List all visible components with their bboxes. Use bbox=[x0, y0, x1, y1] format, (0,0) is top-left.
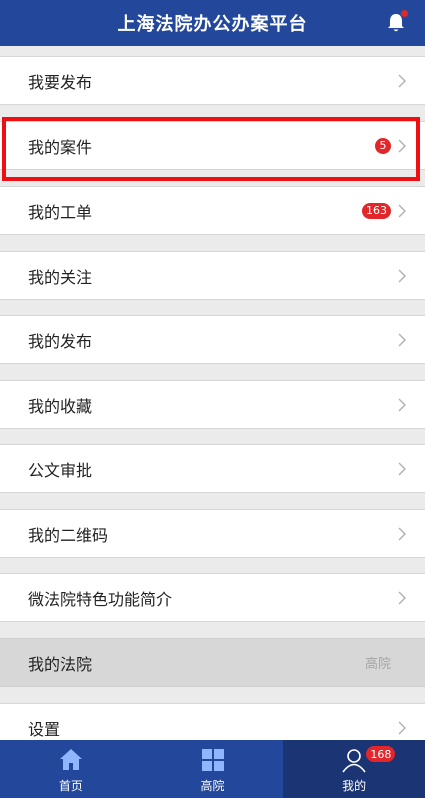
menu-item-label: 我的收藏 bbox=[28, 396, 93, 416]
menu-item-my-favorites[interactable]: 我的收藏 bbox=[0, 380, 425, 429]
menu-item-my-court[interactable]: 我的法院 高院 bbox=[0, 638, 425, 687]
chevron-right-icon bbox=[398, 462, 406, 475]
grid-icon bbox=[201, 749, 224, 771]
menu-item-label: 我要发布 bbox=[28, 72, 93, 92]
menu-item-label: 我的工单 bbox=[28, 202, 93, 222]
tab-label: 高院 bbox=[200, 779, 225, 793]
user-icon bbox=[342, 749, 366, 773]
case-count-badge: 5 bbox=[375, 137, 391, 154]
tab-label: 首页 bbox=[58, 779, 83, 793]
menu-item-label: 设置 bbox=[28, 719, 61, 739]
menu-item-my-follows[interactable]: 我的关注 bbox=[0, 251, 425, 300]
menu-item-label: 微法院特色功能简介 bbox=[28, 589, 173, 609]
menu-item-feature-intro[interactable]: 微法院特色功能简介 bbox=[0, 573, 425, 622]
menu-item-my-tickets[interactable]: 我的工单 163 bbox=[0, 186, 425, 235]
chevron-right-icon bbox=[398, 74, 406, 87]
menu-item-label: 公文审批 bbox=[28, 460, 93, 480]
menu-item-document-approval[interactable]: 公文审批 bbox=[0, 444, 425, 493]
chevron-right-icon bbox=[398, 333, 406, 346]
home-icon bbox=[59, 749, 82, 770]
tab-high-court[interactable]: 高院 bbox=[142, 740, 284, 798]
menu-item-label: 我的二维码 bbox=[28, 525, 109, 545]
menu-item-publish-request[interactable]: 我要发布 bbox=[0, 56, 425, 105]
ticket-count-badge: 163 bbox=[362, 202, 391, 219]
chevron-right-icon bbox=[398, 398, 406, 411]
bell-icon[interactable] bbox=[387, 10, 408, 33]
menu-item-label: 我的关注 bbox=[28, 267, 93, 287]
menu-item-my-cases[interactable]: 我的案件 5 bbox=[0, 121, 425, 170]
chevron-right-icon bbox=[398, 591, 406, 604]
menu-item-label: 我的案件 bbox=[28, 137, 93, 157]
page-title: 上海法院办公办案平台 bbox=[117, 14, 308, 35]
mine-count-badge: 168 bbox=[366, 746, 396, 762]
menu-item-my-posts[interactable]: 我的发布 bbox=[0, 315, 425, 364]
app-header: 上海法院办公办案平台 bbox=[0, 0, 425, 46]
chevron-right-icon bbox=[398, 721, 406, 734]
tab-label: 我的 bbox=[342, 779, 367, 793]
tab-mine[interactable]: 168 我的 bbox=[283, 740, 425, 798]
notification-dot bbox=[401, 10, 408, 17]
chevron-right-icon bbox=[398, 204, 406, 217]
menu-item-my-qrcode[interactable]: 我的二维码 bbox=[0, 509, 425, 558]
menu-item-label: 我的法院 bbox=[28, 654, 93, 674]
bottom-tab-bar: 首页 高院 168 我的 bbox=[0, 740, 425, 798]
menu-item-label: 我的发布 bbox=[28, 331, 93, 351]
chevron-right-icon bbox=[398, 527, 406, 540]
tab-home[interactable]: 首页 bbox=[0, 740, 142, 798]
chevron-right-icon bbox=[398, 269, 406, 282]
chevron-right-icon bbox=[398, 139, 406, 152]
my-court-value: 高院 bbox=[364, 657, 391, 672]
